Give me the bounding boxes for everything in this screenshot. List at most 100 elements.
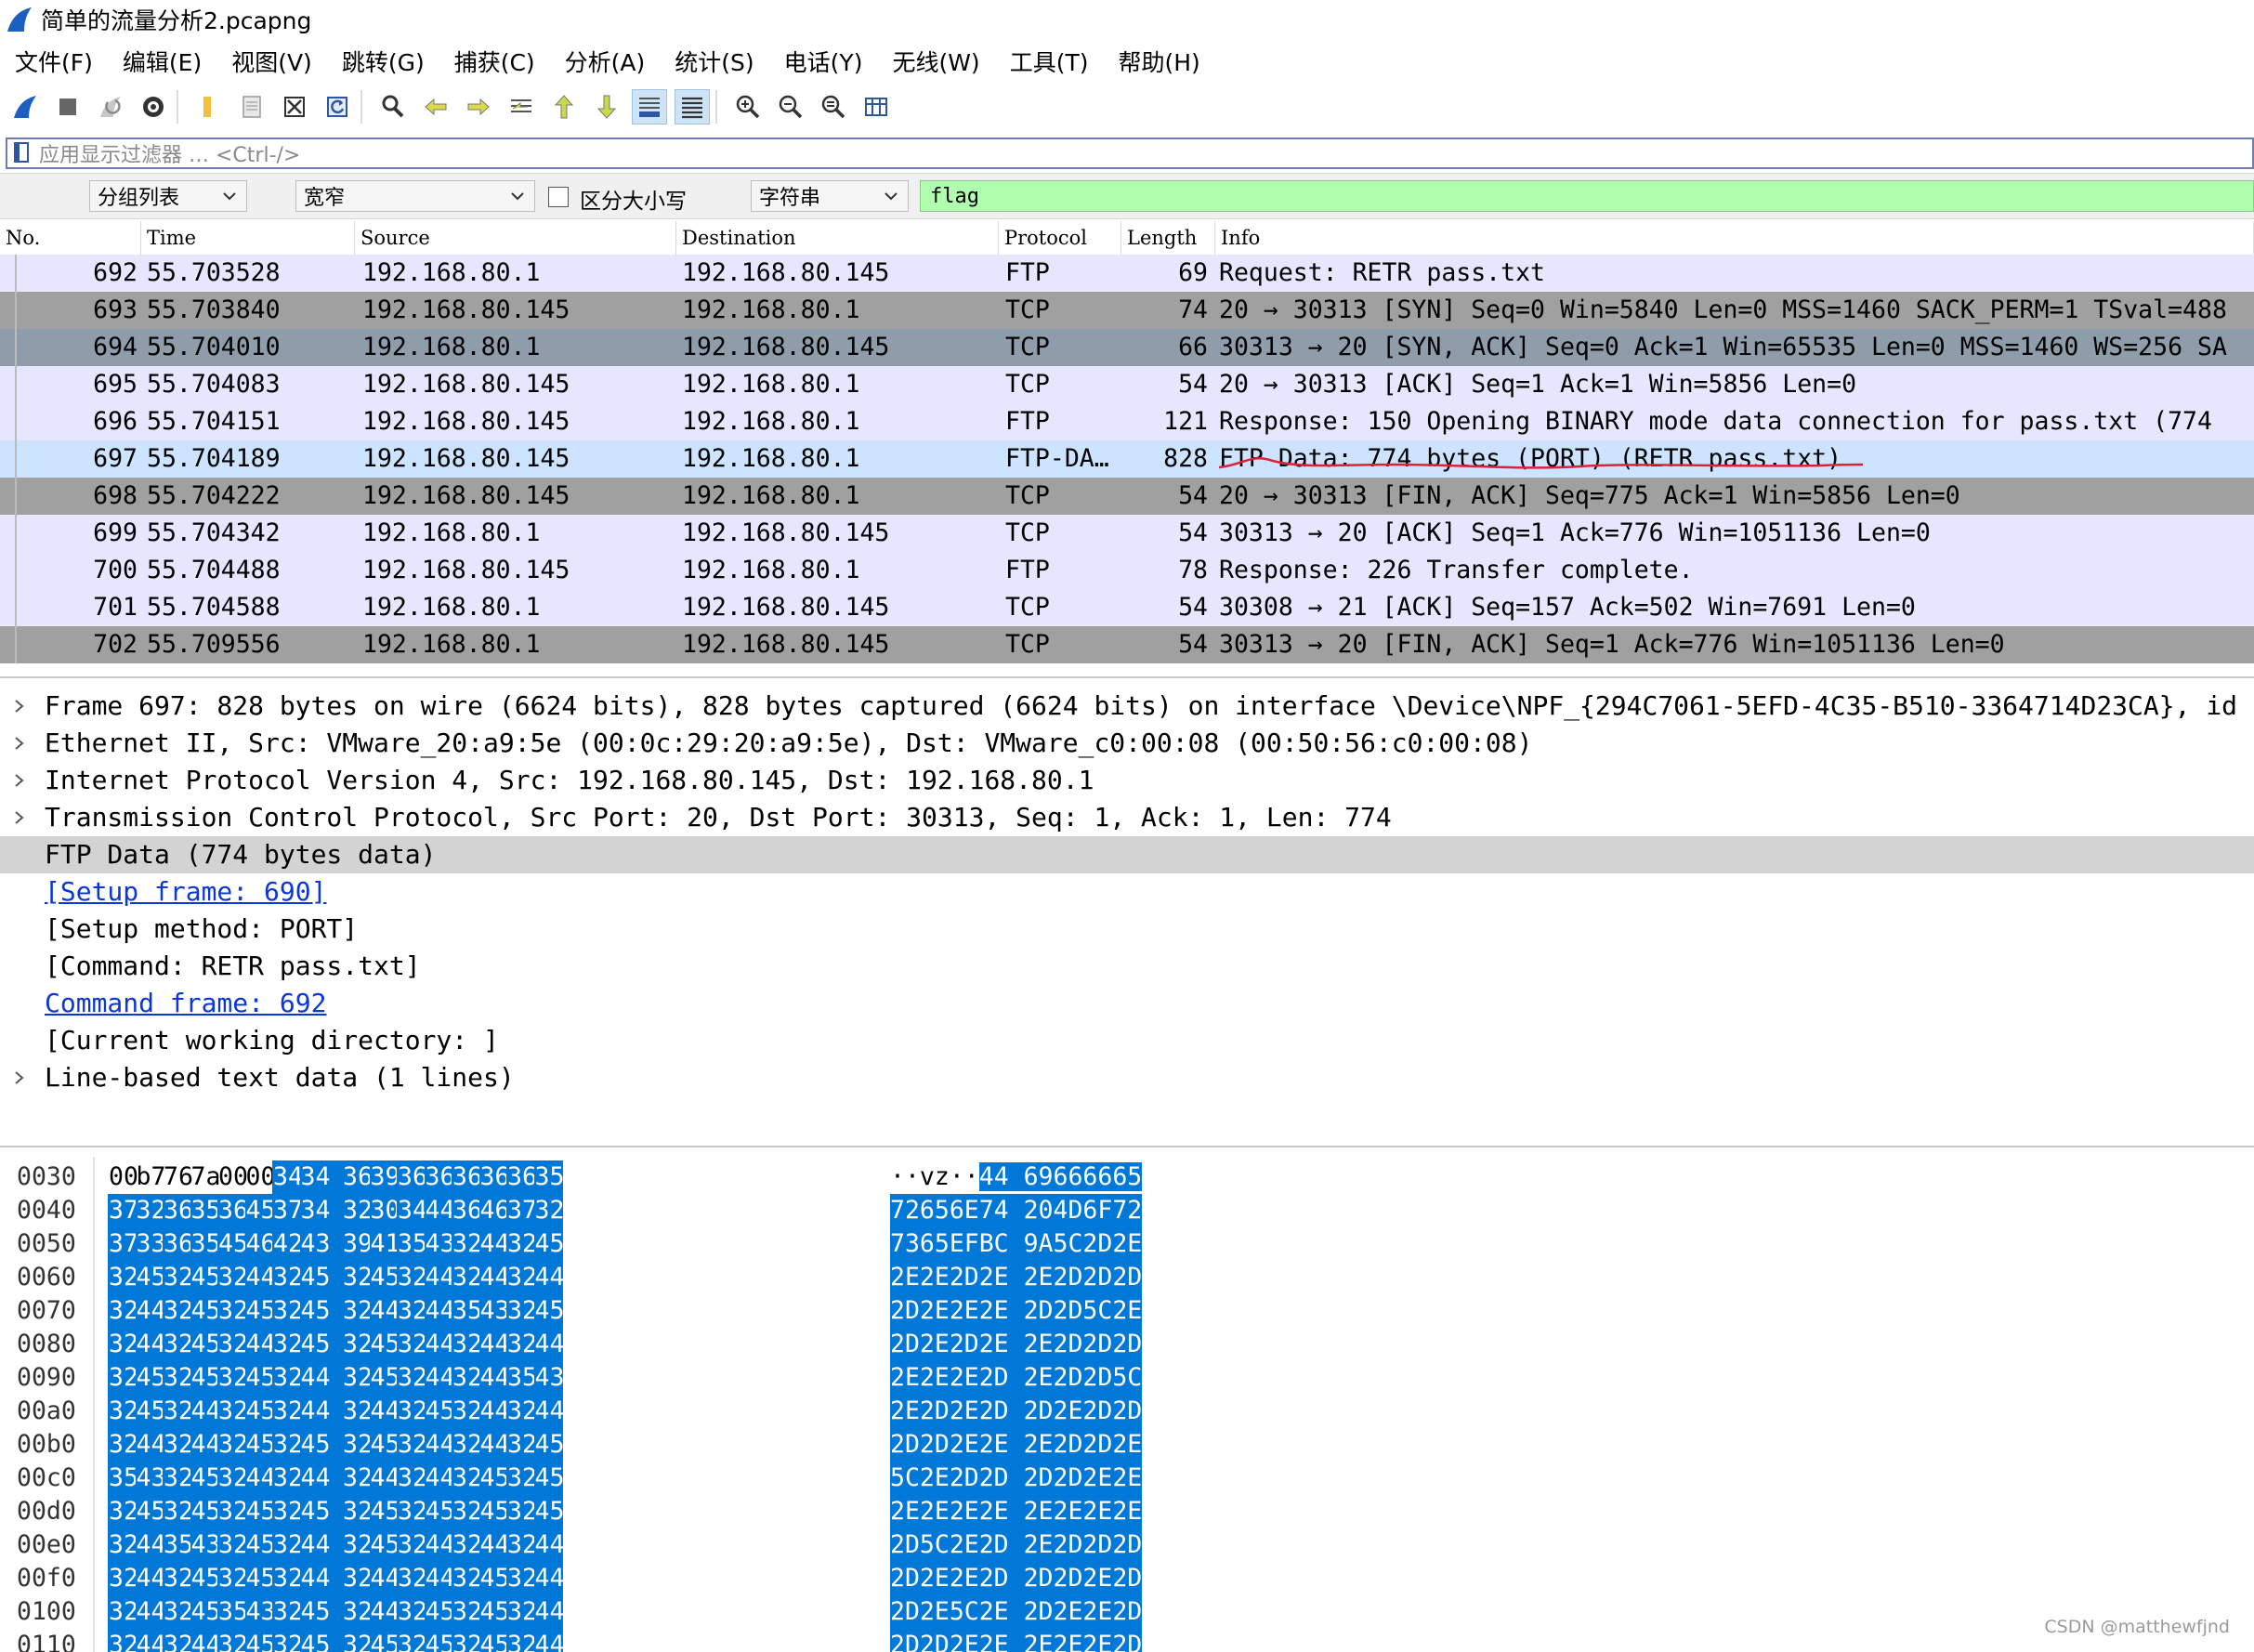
hex-byte[interactable]: 44 bbox=[424, 1361, 454, 1395]
search-type-select[interactable]: 字符串 bbox=[751, 180, 909, 212]
hex-byte[interactable]: 32 bbox=[452, 1462, 482, 1495]
hex-byte[interactable]: 32 bbox=[506, 1395, 537, 1428]
detail-row[interactable]: FTP Data (774 bytes data) bbox=[0, 836, 2254, 873]
hex-byte[interactable]: 32 bbox=[163, 1595, 193, 1629]
hex-byte[interactable]: 34 bbox=[299, 1160, 344, 1194]
hex-byte[interactable]: 45 bbox=[478, 1595, 509, 1629]
hex-byte[interactable]: 45 bbox=[424, 1495, 454, 1528]
hex-byte[interactable]: 45 bbox=[135, 1495, 165, 1528]
hex-byte[interactable]: 45 bbox=[299, 1495, 344, 1528]
hex-byte[interactable]: 32 bbox=[506, 1294, 537, 1328]
hex-byte[interactable]: 32 bbox=[342, 1629, 373, 1652]
bytes-row[interactable]: 00e0 32 44 35 43 32 45 32 44 32 45 32 44 32 44 32 44 2D5C… bbox=[0, 1528, 2254, 1562]
hex-byte[interactable]: 45 bbox=[299, 1595, 344, 1629]
hex-byte[interactable]: 32 bbox=[272, 1395, 303, 1428]
hex-byte[interactable]: 45 bbox=[478, 1462, 509, 1495]
ascii-dump[interactable]: 2D2E2E2D 2D2D2E2D bbox=[890, 1562, 1143, 1595]
hex-byte[interactable]: 45 bbox=[135, 1261, 165, 1294]
hex-byte[interactable]: 32 bbox=[506, 1428, 537, 1462]
hex-byte[interactable]: 32 bbox=[217, 1361, 248, 1395]
hex-byte[interactable]: 35 bbox=[217, 1595, 248, 1629]
detail-row[interactable]: Frame 697: 828 bytes on wire (6624 bits)… bbox=[0, 688, 2254, 725]
hex-byte[interactable]: 32 bbox=[452, 1495, 482, 1528]
hex-byte[interactable]: 44 bbox=[369, 1395, 400, 1428]
hex-byte[interactable]: 32 bbox=[397, 1294, 427, 1328]
hex-byte[interactable]: 35 bbox=[108, 1462, 138, 1495]
packet-row[interactable]: 702 55.709556 192.168.80.1 192.168.80.145 TC… bbox=[0, 626, 2254, 663]
menu-item-9[interactable]: 工具(T) bbox=[1010, 45, 1089, 78]
hex-byte[interactable]: 32 bbox=[452, 1428, 482, 1462]
hex-byte[interactable]: 32 bbox=[217, 1294, 248, 1328]
hex-byte[interactable]: 45 bbox=[533, 1495, 564, 1528]
restart-button[interactable] bbox=[93, 89, 128, 125]
hex-byte[interactable]: 32 bbox=[452, 1629, 482, 1652]
hex-byte[interactable]: 44 bbox=[369, 1462, 400, 1495]
hex-byte[interactable]: 45 bbox=[369, 1361, 400, 1395]
menu-item-4[interactable]: 捕获(C) bbox=[454, 45, 535, 78]
hex-byte[interactable]: 32 bbox=[397, 1361, 427, 1395]
hex-byte[interactable]: 44 bbox=[478, 1261, 509, 1294]
hex-byte[interactable]: 44 bbox=[369, 1294, 400, 1328]
hex-byte[interactable]: 32 bbox=[163, 1562, 193, 1595]
menu-item-10[interactable]: 帮助(H) bbox=[1118, 45, 1199, 78]
bytes-row[interactable]: 0050 37 33 36 35 45 46 42 43 39 41 35 43 32 44 32 45 7365… bbox=[0, 1227, 2254, 1261]
hex-byte[interactable]: 45 bbox=[369, 1629, 400, 1652]
hex-byte[interactable]: 32 bbox=[163, 1462, 193, 1495]
hex-byte[interactable]: 32 bbox=[506, 1462, 537, 1495]
hex-byte[interactable]: 45 bbox=[478, 1495, 509, 1528]
bytes-row[interactable]: 0080 32 44 32 45 32 44 32 45 32 45 32 44 32 44 32 44 2D2E… bbox=[0, 1328, 2254, 1361]
display-filter-bar[interactable]: 应用显示过滤器 … <Ctrl-/> bbox=[6, 138, 2254, 169]
hex-byte[interactable]: 43 bbox=[299, 1227, 344, 1261]
hex-byte[interactable]: 45 bbox=[135, 1395, 165, 1428]
bytes-row[interactable]: 0070 32 44 32 45 32 45 32 45 32 44 32 44 35 43 32 45 2D2E… bbox=[0, 1294, 2254, 1328]
hex-byte[interactable]: 35 bbox=[190, 1194, 220, 1227]
hex-byte[interactable]: 32 bbox=[108, 1495, 138, 1528]
packet-row[interactable]: 699 55.704342 192.168.80.1 192.168.80.145 TC… bbox=[0, 515, 2254, 552]
hex-byte[interactable]: 32 bbox=[163, 1495, 193, 1528]
hex-byte[interactable]: 32 bbox=[506, 1595, 537, 1629]
menu-item-2[interactable]: 视图(V) bbox=[231, 45, 312, 78]
bytes-row[interactable]: 0090 32 45 32 45 32 45 32 44 32 45 32 44 32 44 35 43 2E2E… bbox=[0, 1361, 2254, 1395]
hex-byte[interactable]: 32 bbox=[342, 1361, 373, 1395]
reload-button[interactable] bbox=[320, 89, 355, 125]
ascii-dump[interactable]: 2E2E2E2E 2E2E2E2E bbox=[890, 1495, 1143, 1528]
hex-byte[interactable]: 44 bbox=[533, 1395, 564, 1428]
options-gear-button[interactable] bbox=[136, 89, 171, 125]
hex-byte[interactable]: 45 bbox=[424, 1595, 454, 1629]
bytes-row[interactable]: 0110 32 44 32 44 32 45 32 45 32 45 32 45 32 45 32 44 2D2D… bbox=[0, 1629, 2254, 1652]
hex-byte[interactable]: 32 bbox=[272, 1294, 303, 1328]
packet-row[interactable]: 696 55.704151 192.168.80.145 192.168.80.1 FT… bbox=[0, 403, 2254, 440]
ascii-dump[interactable]: 72656E74 204D6F72 bbox=[890, 1194, 1143, 1227]
hex-byte[interactable]: 32 bbox=[452, 1361, 482, 1395]
hex-byte[interactable]: 45 bbox=[478, 1629, 509, 1652]
hex-byte[interactable]: 45 bbox=[244, 1395, 275, 1428]
menu-item-7[interactable]: 电话(Y) bbox=[784, 45, 863, 78]
bytes-row[interactable]: 0060 32 45 32 45 32 44 32 45 32 45 32 44 32 44 32 44 2E2E… bbox=[0, 1261, 2254, 1294]
hex-byte[interactable]: 32 bbox=[506, 1562, 537, 1595]
hex-byte[interactable]: 32 bbox=[506, 1495, 537, 1528]
hex-byte[interactable]: 00 bbox=[245, 1160, 276, 1194]
bytes-row[interactable]: 00d0 32 45 32 45 32 45 32 45 32 45 32 45 32 45 32 45 2E2E… bbox=[0, 1495, 2254, 1528]
hex-byte[interactable]: 32 bbox=[108, 1395, 138, 1428]
hex-byte[interactable]: 32 bbox=[397, 1261, 427, 1294]
ascii-dump[interactable]: 2D2E2D2E 2E2D2D2D bbox=[890, 1328, 1143, 1361]
hex-byte[interactable]: 45 bbox=[369, 1261, 400, 1294]
hex-byte[interactable]: 30 bbox=[369, 1194, 400, 1227]
hex-byte[interactable]: 45 bbox=[244, 1428, 275, 1462]
last-packet-button[interactable] bbox=[589, 89, 624, 125]
bytes-row[interactable]: 00f0 32 44 32 45 32 45 32 44 32 44 32 44 32 45 32 44 2D2E… bbox=[0, 1562, 2254, 1595]
hex-byte[interactable]: 44 bbox=[533, 1261, 564, 1294]
hex-byte[interactable]: 44 bbox=[369, 1595, 400, 1629]
hex-byte[interactable]: 32 bbox=[342, 1562, 373, 1595]
hex-byte[interactable]: 44 bbox=[533, 1528, 564, 1562]
detail-row[interactable]: [Command: RETR pass.txt] bbox=[0, 948, 2254, 985]
hex-byte[interactable]: 44 bbox=[533, 1328, 564, 1361]
bookmark-icon[interactable] bbox=[13, 142, 32, 164]
ascii-dump[interactable]: 5C2E2D2D 2D2D2E2E bbox=[890, 1462, 1143, 1495]
menu-item-3[interactable]: 跳转(G) bbox=[342, 45, 425, 78]
hex-byte[interactable]: 35 bbox=[506, 1361, 537, 1395]
hex-byte[interactable]: 32 bbox=[272, 1261, 303, 1294]
hex-byte[interactable]: 44 bbox=[135, 1595, 165, 1629]
packet-row[interactable]: 698 55.704222 192.168.80.145 192.168.80.1 TC… bbox=[0, 478, 2254, 515]
hex-byte[interactable]: 44 bbox=[299, 1395, 344, 1428]
